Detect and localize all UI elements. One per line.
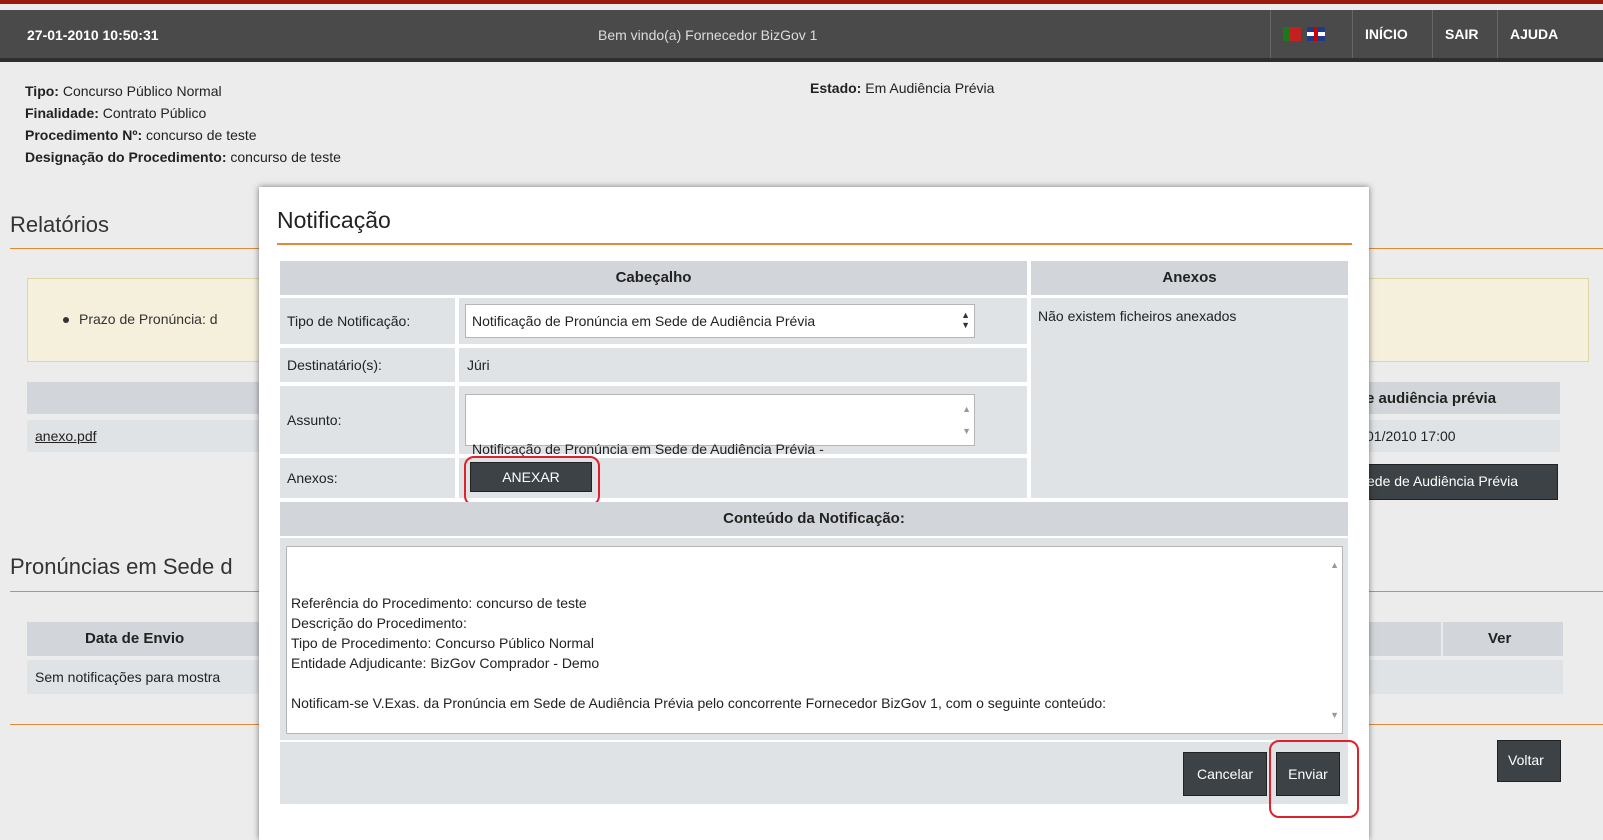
- data-envio-header: Data de Envio: [27, 622, 259, 656]
- anexos-header: Anexos: [1031, 261, 1348, 295]
- procedimento-label: Procedimento Nº:: [25, 127, 143, 143]
- anexos-list-cell: Não existem ficheiros anexados: [1031, 298, 1348, 498]
- anexo-pdf-link[interactable]: anexo.pdf: [35, 428, 97, 444]
- uk-flag-icon[interactable]: [1307, 27, 1325, 41]
- content-scroll-up-icon[interactable]: ▲: [1330, 555, 1339, 575]
- conteudo-header: Conteúdo da Notificação:: [280, 502, 1348, 536]
- voltar-button[interactable]: Voltar: [1497, 740, 1561, 782]
- procedimento-value: concurso de teste: [146, 127, 257, 143]
- nav-sair[interactable]: SAIR: [1432, 10, 1490, 58]
- nav-inicio[interactable]: INÍCIO: [1352, 10, 1420, 58]
- top-accent-line: [0, 0, 1603, 4]
- modal-title-divider: [277, 243, 1352, 245]
- anexar-highlight-ring: [464, 456, 600, 506]
- bullet-icon: [63, 317, 69, 324]
- anexos-label-cell: Anexos:: [280, 458, 455, 498]
- empty-notifications-row: Sem notificações para mostra: [27, 660, 259, 694]
- bg-header-filler: [1369, 622, 1441, 656]
- ver-header: Ver: [1443, 622, 1563, 656]
- anexos-label: Anexos:: [287, 470, 338, 486]
- tipo-value: Concurso Público Normal: [62, 83, 222, 99]
- finalidade-value: Contrato Público: [102, 105, 207, 121]
- voltar-button-label: Voltar: [1508, 752, 1544, 768]
- designacao-value: concurso de teste: [230, 149, 341, 165]
- data-envio-header-text: Data de Envio: [85, 630, 185, 647]
- portugal-flag-icon[interactable]: [1283, 27, 1301, 41]
- estado-label: Estado:: [810, 80, 862, 96]
- tipo-notificacao-label-cell: Tipo de Notificação:: [280, 298, 455, 344]
- enviar-highlight-ring: [1269, 740, 1359, 818]
- prazo-text: Prazo de Pronúncia: d: [79, 311, 218, 327]
- cancelar-button[interactable]: Cancelar: [1183, 752, 1267, 796]
- destinatarios-value: Júri: [467, 357, 490, 373]
- content-scroll-down-icon[interactable]: ▼: [1330, 705, 1339, 725]
- sede-audiencia-button-label: ede de Audiência Prévia: [1367, 473, 1518, 489]
- tipo-notificacao-select[interactable]: Notificação de Pronúncia em Sede de Audi…: [465, 304, 975, 338]
- nav-ajuda[interactable]: AJUDA: [1497, 10, 1570, 58]
- select-arrows-icon[interactable]: ▲ ▼: [961, 310, 970, 330]
- relatorios-title: Relatórios: [10, 212, 110, 237]
- modal-title: Notificação: [277, 207, 391, 233]
- bg-table-header: [27, 382, 267, 414]
- prazo-item: Prazo de Pronúncia: d: [63, 311, 218, 327]
- destinatarios-value-cell: Júri: [459, 348, 1027, 382]
- assunto-textarea[interactable]: Notificação de Pronúncia em Sede de Audi…: [465, 394, 975, 477]
- sede-audiencia-button[interactable]: ede de Audiência Prévia: [1360, 464, 1558, 500]
- sem-notificacoes-text: Sem notificações para mostra: [35, 669, 221, 685]
- tipo-label: Tipo:: [25, 83, 59, 99]
- finalidade-label: Finalidade:: [25, 105, 99, 121]
- estado-value: Em Audiência Prévia: [865, 80, 995, 96]
- welcome-message: Bem vindo(a) Fornecedor BizGov 1: [598, 27, 818, 43]
- tipo-notificacao-label: Tipo de Notificação:: [287, 313, 411, 329]
- assunto-label: Assunto:: [287, 412, 342, 428]
- empty-notifications-row-right: [1369, 660, 1563, 694]
- bg-audiencia-row: 01/2010 17:00: [1360, 420, 1560, 452]
- ver-header-text: Ver: [1488, 630, 1512, 647]
- bg-audiencia-header: e audiência prévia: [1360, 382, 1560, 414]
- procedure-info: Tipo: Concurso Público Normal Finalidade…: [25, 80, 341, 168]
- scroll-down-icon[interactable]: ▼: [962, 421, 971, 441]
- conteudo-textarea[interactable]: Referência do Procedimento: concurso de …: [286, 546, 1343, 734]
- estado-info: Estado: Em Audiência Prévia: [810, 80, 994, 96]
- pronuncias-title: Pronúncias em Sede d: [10, 554, 233, 579]
- tipo-notificacao-selected: Notificação de Pronúncia em Sede de Audi…: [472, 313, 816, 329]
- destinatarios-label: Destinatário(s):: [287, 357, 382, 373]
- conteudo-text: Referência do Procedimento: concurso de …: [291, 595, 1107, 711]
- cabecalho-header: Cabeçalho: [280, 261, 1027, 295]
- audiencia-header-text: e audiência prévia: [1366, 390, 1497, 407]
- top-bar: 27-01-2010 10:50:31 Bem vindo(a) Fornece…: [0, 0, 1603, 62]
- destinatarios-label-cell: Destinatário(s):: [280, 348, 455, 382]
- header-bar: 27-01-2010 10:50:31 Bem vindo(a) Fornece…: [0, 10, 1603, 62]
- current-datetime: 27-01-2010 10:50:31: [27, 27, 159, 43]
- audiencia-date: 01/2010 17:00: [1366, 428, 1456, 444]
- scroll-up-icon[interactable]: ▲: [962, 399, 971, 419]
- assunto-label-cell: Assunto:: [280, 386, 455, 454]
- bg-table-row: anexo.pdf: [27, 420, 267, 452]
- designacao-label: Designação do Procedimento:: [25, 149, 227, 165]
- no-files-text: Não existem ficheiros anexados: [1038, 308, 1237, 324]
